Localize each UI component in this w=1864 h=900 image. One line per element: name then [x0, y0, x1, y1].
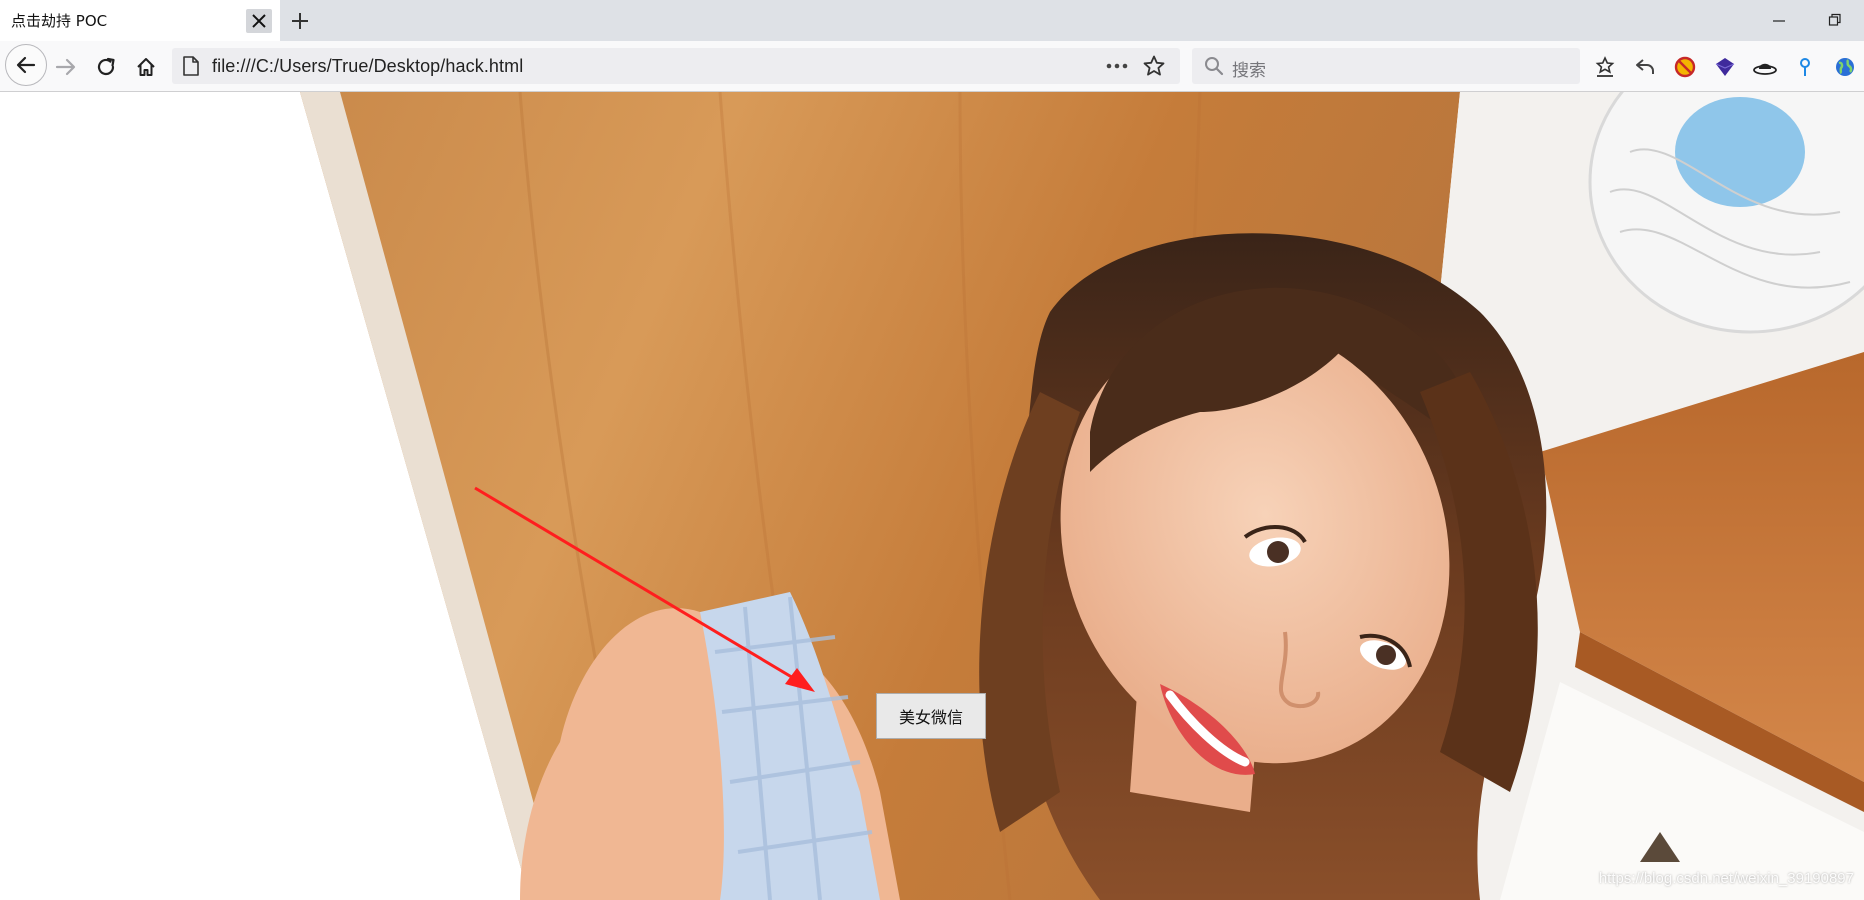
- background-photo: [0, 92, 1864, 900]
- close-icon[interactable]: [246, 9, 272, 33]
- navigation-toolbar: file:///C:/Users/True/Desktop/hack.html …: [0, 41, 1864, 92]
- more-horizontal-icon[interactable]: [1104, 56, 1130, 76]
- bait-button[interactable]: 美女微信: [876, 693, 986, 739]
- undo-icon[interactable]: [1632, 54, 1658, 80]
- file-icon: [182, 56, 200, 80]
- url-bar[interactable]: file:///C:/Users/True/Desktop/hack.html: [172, 48, 1180, 84]
- search-icon: [1204, 56, 1224, 80]
- search-input[interactable]: 搜索: [1232, 56, 1266, 81]
- cube-icon[interactable]: [1712, 54, 1738, 80]
- no-script-icon[interactable]: [1672, 54, 1698, 80]
- home-icon[interactable]: [132, 53, 160, 81]
- tab-active[interactable]: 点击劫持 POC: [0, 0, 280, 41]
- watermark: https://blog.csdn.net/weixin_39190897: [1598, 870, 1854, 887]
- reload-icon[interactable]: [92, 53, 120, 81]
- tab-title: 点击劫持 POC: [11, 12, 108, 30]
- url-text[interactable]: file:///C:/Users/True/Desktop/hack.html: [212, 56, 523, 77]
- globe-icon[interactable]: [1832, 54, 1858, 80]
- star-icon[interactable]: [1142, 54, 1166, 82]
- arrow-left-icon[interactable]: [5, 44, 47, 86]
- hat-icon[interactable]: [1752, 54, 1778, 80]
- bookmarks-icon[interactable]: [1592, 54, 1618, 80]
- minimize-icon[interactable]: [1762, 6, 1796, 34]
- location-pin-icon[interactable]: [1792, 54, 1818, 80]
- plus-icon[interactable]: [287, 8, 313, 34]
- arrow-right-icon[interactable]: [52, 53, 80, 81]
- search-bar[interactable]: 搜索: [1192, 48, 1580, 84]
- restore-icon[interactable]: [1818, 6, 1852, 34]
- tab-strip: 点击劫持 POC: [0, 0, 1864, 41]
- page-content: 美女微信 https://blog.csdn.net/weixin_391908…: [0, 92, 1864, 900]
